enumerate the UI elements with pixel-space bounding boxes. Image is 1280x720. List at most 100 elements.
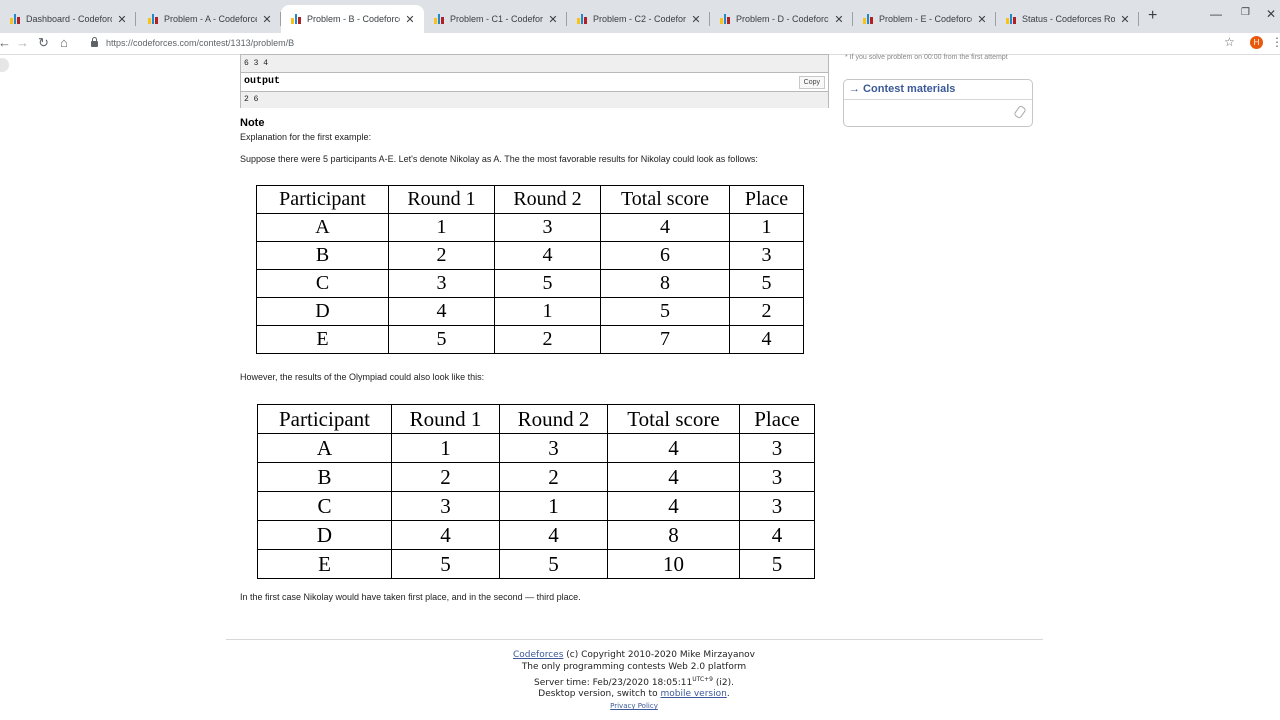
note-paragraph-3: In the first case Nikolay would have tak… — [240, 592, 581, 602]
tab-title: Problem - D - Codeforces — [736, 14, 829, 24]
minimize-icon[interactable]: — — [1210, 7, 1222, 21]
footer-tagline: The only programming contests Web 2.0 pl… — [521, 661, 747, 672]
sample-test: 6 3 4 output Copy 2 6 — [240, 54, 829, 108]
close-icon[interactable]: ✕ — [547, 13, 559, 26]
cell-place: 3 — [739, 433, 815, 463]
cell-place: 5 — [739, 549, 815, 579]
new-tab-button[interactable]: + — [1148, 7, 1157, 25]
codeforces-favicon-icon — [148, 14, 158, 24]
table-row: A 1 3 4 1 — [256, 213, 804, 242]
header-round-1: Round 1 — [391, 404, 500, 434]
tab-problem-b[interactable]: Problem - B - Codeforces ✕ — [281, 5, 424, 33]
header-total-score: Total score — [607, 404, 740, 434]
cell-place: 3 — [729, 241, 804, 270]
codeforces-link[interactable]: Codeforces — [513, 650, 563, 660]
close-icon[interactable]: ✕ — [261, 13, 273, 26]
cell-participant: B — [257, 462, 392, 492]
note-paragraph-1: Suppose there were 5 participants A-E. L… — [240, 154, 758, 164]
close-icon[interactable]: ✕ — [116, 13, 128, 26]
cell-round-2: 5 — [494, 269, 601, 298]
cell-total-score: 4 — [607, 433, 740, 463]
results-table-2: Participant Round 1 Round 2 Total score … — [257, 404, 815, 579]
home-icon[interactable]: ⌂ — [60, 35, 68, 51]
profile-avatar[interactable]: H — [1250, 36, 1263, 49]
cell-total-score: 10 — [607, 549, 740, 579]
tab-problem-c1[interactable]: Problem - C1 - Codeforces ✕ — [424, 5, 567, 33]
mobile-version-link[interactable]: mobile version — [660, 689, 726, 699]
tab-title: Problem - C1 - Codeforces — [450, 14, 543, 24]
table-header-row: Participant Round 1 Round 2 Total score … — [257, 404, 815, 434]
tab-problem-d[interactable]: Problem - D - Codeforces ✕ — [710, 5, 853, 33]
header-round-2: Round 2 — [499, 404, 608, 434]
cell-place: 5 — [729, 269, 804, 298]
cell-round-2: 1 — [499, 491, 608, 521]
tab-problem-c2[interactable]: Problem - C2 - Codeforces ✕ — [567, 5, 710, 33]
codeforces-favicon-icon — [720, 14, 730, 24]
window-close-icon[interactable]: ✕ — [1266, 7, 1276, 21]
cell-round-1: 4 — [388, 297, 495, 326]
tab-status[interactable]: Status - Codeforces Round ✕ — [996, 5, 1139, 33]
reload-icon[interactable]: ↻ — [38, 35, 49, 51]
tab-title: Dashboard - Codeforces Ro — [26, 14, 112, 24]
back-icon[interactable]: ← — [0, 35, 11, 51]
url-text[interactable]: https://codeforces.com/contest/1313/prob… — [106, 38, 294, 48]
privacy-policy-link[interactable]: Privacy Policy — [610, 702, 658, 710]
cell-round-1: 4 — [391, 520, 500, 550]
close-icon[interactable]: ✕ — [1119, 13, 1131, 26]
bookmark-star-icon[interactable]: ☆ — [1224, 35, 1235, 49]
codeforces-favicon-icon — [577, 14, 587, 24]
tab-problem-e[interactable]: Problem - E - Codeforces ✕ — [853, 5, 996, 33]
cell-round-2: 4 — [494, 241, 601, 270]
copyright-text: (c) Copyright 2010-2020 Mike Mirzayanov — [563, 650, 755, 660]
tab-title: Problem - A - Codeforces — [164, 14, 257, 24]
sample-input-value: 6 3 4 — [241, 55, 828, 73]
paperclip-icon — [1013, 104, 1027, 120]
copy-button[interactable]: Copy — [798, 76, 825, 89]
cell-total-score: 4 — [600, 213, 730, 242]
tab-dashboard[interactable]: Dashboard - Codeforces Ro ✕ — [0, 5, 136, 33]
forward-icon[interactable]: → — [16, 35, 29, 51]
server-time-text: Server time: Feb/23/2020 18:05:11 — [534, 677, 693, 688]
table-row: C 3 5 8 5 — [256, 269, 804, 298]
tab-title: Problem - C2 - Codeforces — [593, 14, 686, 24]
footer-copyright: Codeforces (c) Copyright 2010-2020 Mike … — [434, 650, 834, 662]
contest-materials-box: → Contest materials — [843, 79, 1033, 127]
cell-total-score: 8 — [600, 269, 730, 298]
header-place: Place — [729, 185, 804, 214]
codeforces-favicon-icon — [863, 14, 873, 24]
cell-place: 1 — [729, 213, 804, 242]
sample-output-value: 2 6 — [241, 92, 828, 108]
note-paragraph-2: However, the results of the Olympiad cou… — [240, 372, 485, 382]
cell-total-score: 5 — [600, 297, 730, 326]
note-heading: Note — [240, 117, 265, 129]
header-round-2: Round 2 — [494, 185, 601, 214]
cell-total-score: 4 — [607, 462, 740, 492]
menu-icon[interactable]: ⋮ — [1271, 35, 1280, 49]
contest-materials-title[interactable]: → Contest materials — [844, 80, 1032, 100]
cell-participant: C — [256, 269, 389, 298]
address-bar[interactable]: https://codeforces.com/contest/1313/prob… — [85, 34, 1245, 52]
scroll-up-indicator[interactable] — [0, 58, 9, 72]
tab-title: Status - Codeforces Round — [1022, 14, 1115, 24]
cell-round-2: 5 — [499, 549, 608, 579]
close-icon[interactable]: ✕ — [404, 13, 416, 26]
table-row: C 3 1 4 3 — [257, 491, 815, 521]
restore-icon[interactable]: ❐ — [1241, 7, 1250, 18]
cell-round-2: 4 — [499, 520, 608, 550]
table-row: D 4 4 8 4 — [257, 520, 815, 550]
tab-problem-a[interactable]: Problem - A - Codeforces ✕ — [138, 5, 281, 33]
footer: Codeforces (c) Copyright 2010-2020 Mike … — [434, 650, 834, 713]
cell-place: 3 — [739, 462, 815, 492]
close-icon[interactable]: ✕ — [976, 13, 988, 26]
cell-round-2: 1 — [494, 297, 601, 326]
close-icon[interactable]: ✕ — [690, 13, 702, 26]
cell-participant: C — [257, 491, 392, 521]
cell-round-1: 2 — [388, 241, 495, 270]
cell-round-1: 1 — [391, 433, 500, 463]
close-icon[interactable]: ✕ — [833, 13, 845, 26]
table-header-row: Participant Round 1 Round 2 Total score … — [256, 185, 804, 214]
header-round-1: Round 1 — [388, 185, 495, 214]
browser-tab-bar: Dashboard - Codeforces Ro ✕ Problem - A … — [0, 0, 1280, 33]
output-title: output — [244, 76, 281, 87]
cell-round-1: 3 — [388, 269, 495, 298]
